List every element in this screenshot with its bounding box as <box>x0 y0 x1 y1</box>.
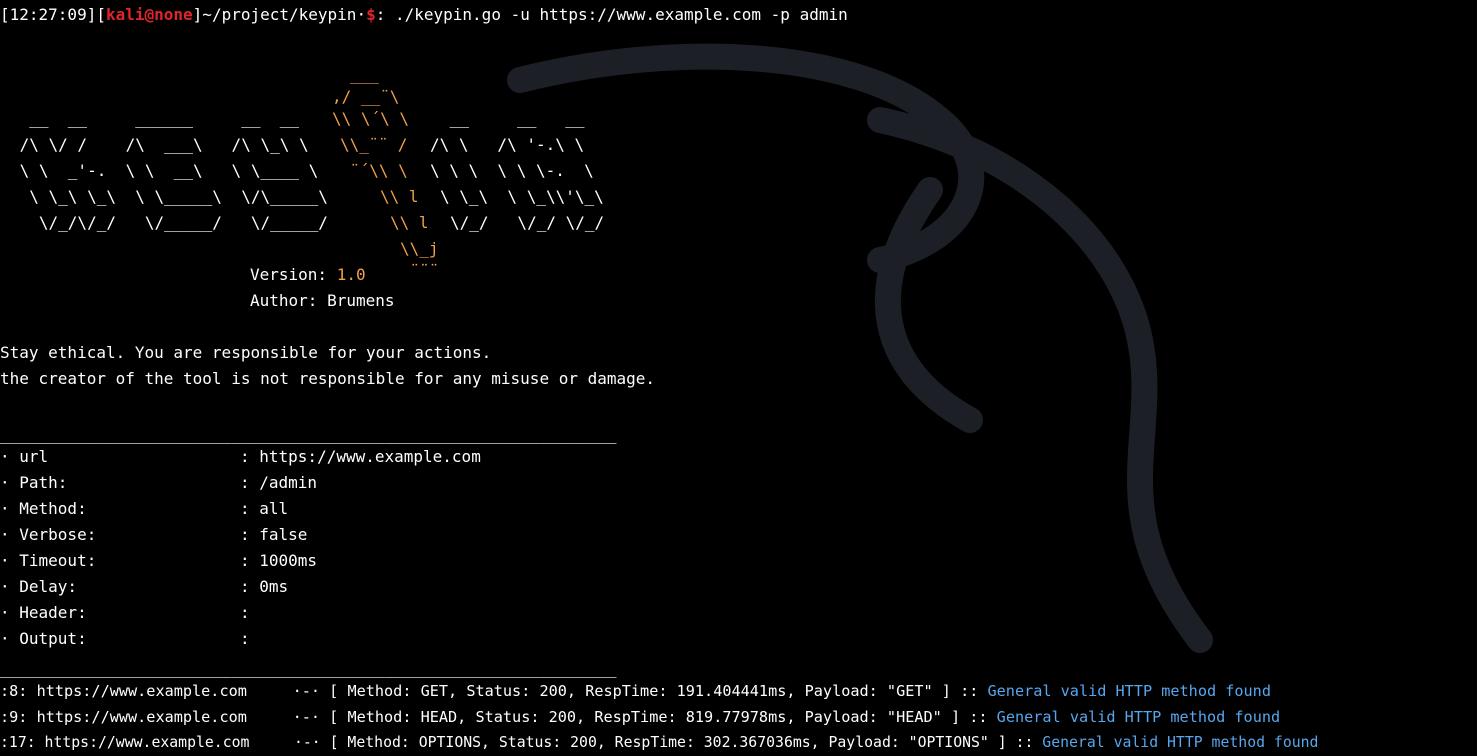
prompt-time: [12:27:09] <box>0 5 97 24</box>
config-row: · Output:: <box>0 629 250 648</box>
kali-dragon-icon <box>507 43 1213 653</box>
result-row: :17: https://www.example.com ·-· [ Metho… <box>0 734 1319 751</box>
config-row: · Path:: /admin <box>0 473 318 492</box>
version-value: 1.0 <box>336 265 366 284</box>
key-art-line: \\ \´\ \ <box>332 109 410 128</box>
author-line: Author: Brumens <box>250 291 395 310</box>
disclaimer-line: Stay ethical. You are responsible for yo… <box>0 343 492 362</box>
config-row: · Header:: <box>0 603 250 622</box>
terminal-window[interactable]: [12:27:09][kali@none]~/project/keypin·$:… <box>0 0 1477 756</box>
key-art-line: \\ l <box>380 187 419 206</box>
result-row: :9: https://www.example.com ·-· [ Method… <box>0 708 1281 726</box>
version-line: Version: 1.0 <box>250 265 366 284</box>
prompt-path: ]~/project/keypin <box>192 5 357 24</box>
config-row: · Timeout:: 1000ms <box>0 551 318 570</box>
prompt-line: [12:27:09][kali@none]~/project/keypin·$:… <box>0 5 848 24</box>
prompt-user-host: kali@none <box>105 5 193 24</box>
config-row: · Delay:: 0ms <box>0 577 289 596</box>
finding-text: General valid HTTP method found <box>1042 734 1319 751</box>
prompt-dollar: $ <box>366 5 376 24</box>
config-row: · url: https://www.example.com <box>0 447 481 466</box>
finding-text: General valid HTTP method found <box>987 682 1271 700</box>
config-row: · Method:: all <box>0 499 289 518</box>
result-row: :8: https://www.example.com ·-· [ Method… <box>0 682 1271 700</box>
prompt-command: : ./keypin.go -u https://www.example.com… <box>375 5 848 24</box>
key-art-line: ¨¨¨ <box>410 261 439 280</box>
disclaimer-line: the creator of the tool is not responsib… <box>0 369 656 388</box>
config-row: · Verbose:: false <box>0 525 308 544</box>
finding-text: General valid HTTP method found <box>996 708 1281 726</box>
key-art-line: \\_¨¨ / <box>340 135 408 154</box>
key-art-line: \\ l <box>390 213 429 232</box>
key-art-line: ¨´\\ \ <box>350 161 408 180</box>
